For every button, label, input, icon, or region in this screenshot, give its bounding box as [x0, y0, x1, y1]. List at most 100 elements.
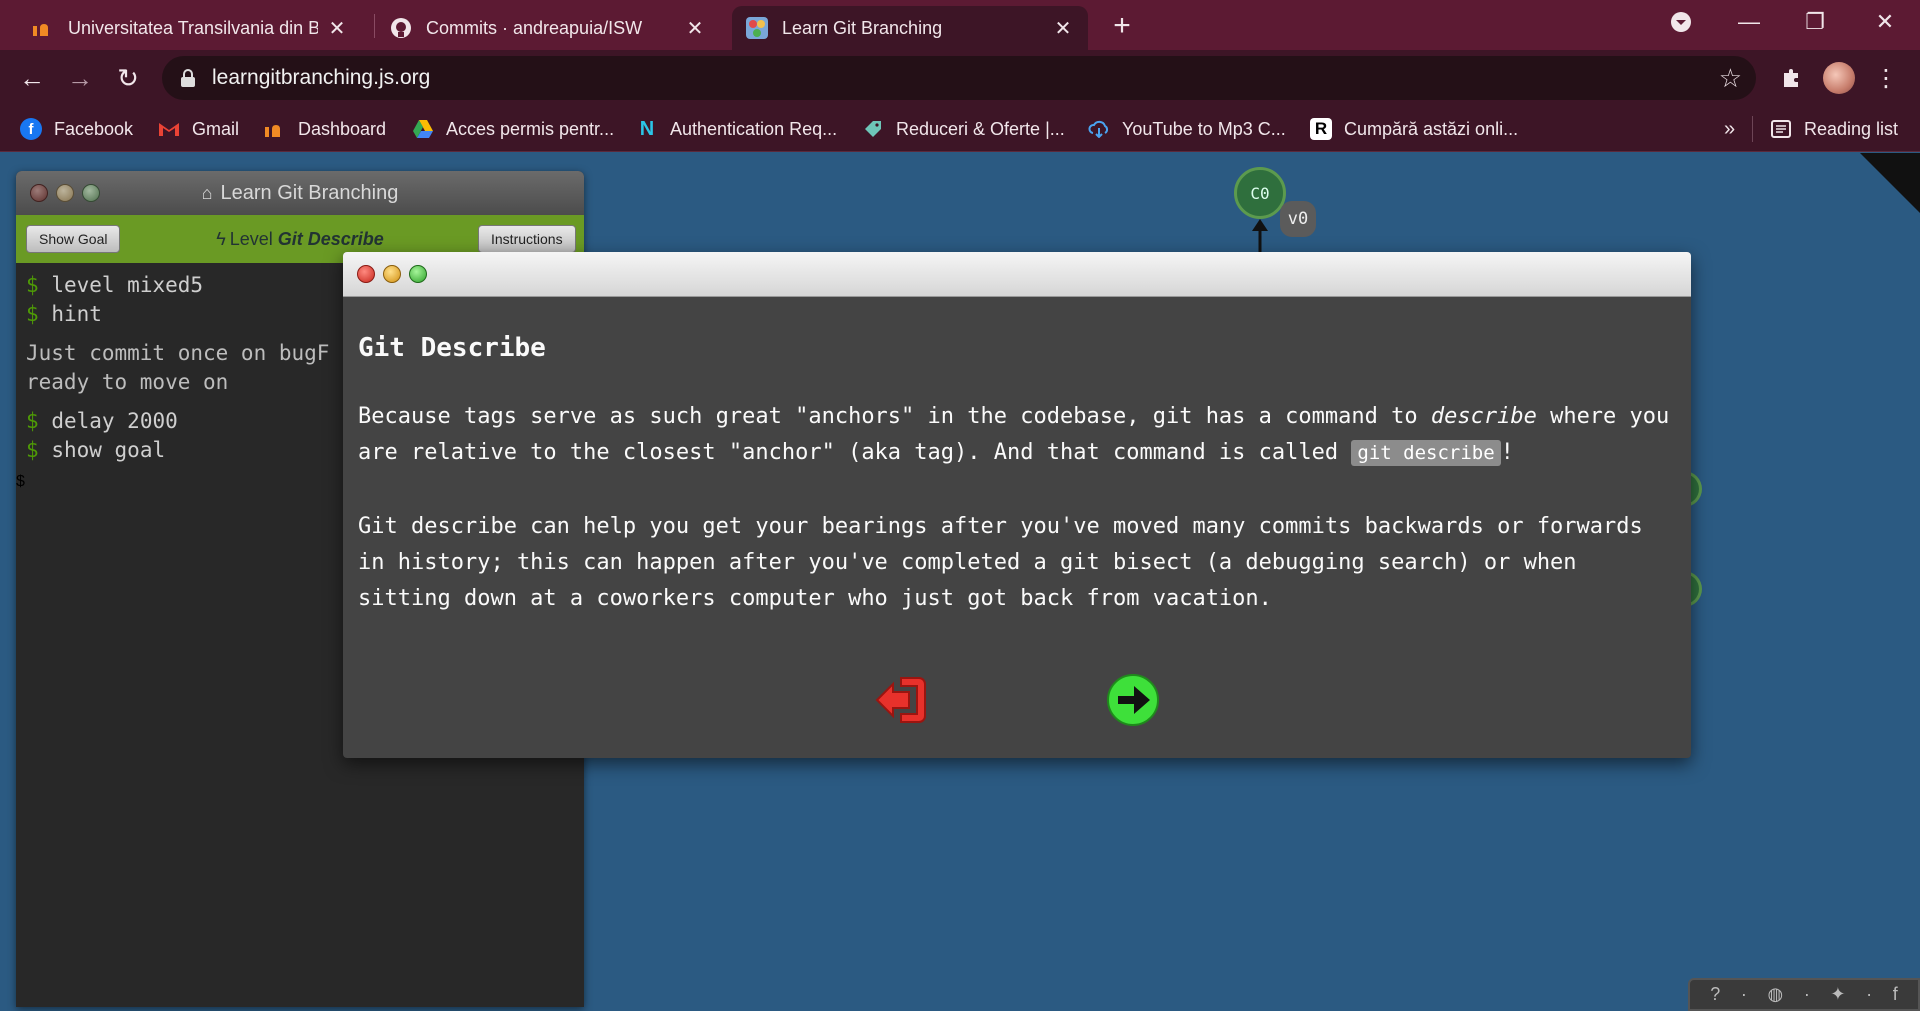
github-icon: [390, 17, 412, 39]
minimize-dot-icon[interactable]: [383, 265, 401, 283]
dialog-body: Git Describe Because tags serve as such …: [343, 297, 1691, 617]
github-corner-icon[interactable]: [1860, 153, 1920, 213]
lock-icon: [181, 69, 195, 87]
tag-icon: [862, 118, 884, 140]
tab-unitbv[interactable]: Universitatea Transilvania din Bra ✕: [18, 6, 362, 50]
bookmark-label: YouTube to Mp3 C...: [1122, 118, 1286, 139]
restore-button[interactable]: ❐: [1782, 0, 1848, 44]
tab-title: Commits · andreapuia/ISW: [426, 17, 643, 38]
next-button[interactable]: [1105, 672, 1161, 728]
close-window-button[interactable]: ✕: [1852, 0, 1918, 44]
minimize-button[interactable]: —: [1716, 0, 1782, 44]
address-bar[interactable]: learngitbranching.js.org ☆: [162, 56, 1756, 100]
r-icon: R: [1310, 118, 1332, 140]
bookmark-label: Reduceri & Oferte |...: [896, 118, 1065, 139]
bookmark-gmail[interactable]: Gmail: [158, 114, 239, 144]
unitbv-icon: [32, 17, 54, 39]
close-icon[interactable]: ✕: [684, 17, 706, 40]
dialog-paragraph: Because tags serve as such great "anchor…: [358, 404, 1670, 466]
browser-toolbar: ← → ↻ learngitbranching.js.org ☆ ⋮: [0, 50, 1920, 106]
footer-links: ? · ◍ · ✦ · f: [1688, 978, 1920, 1011]
dot-separator: ·: [1803, 984, 1810, 1004]
page-content: C0 v0 ⌂ Learn Git Branching Show Goal ϟ …: [0, 153, 1920, 1011]
more-bookmarks-button[interactable]: »: [1724, 114, 1735, 144]
gmail-icon: [158, 118, 180, 140]
bookmark-label: Cumpără astăzi onli...: [1344, 118, 1519, 139]
learngitbranching-icon: [746, 17, 768, 39]
terminal-input-prompt[interactable]: $: [16, 473, 25, 490]
bookmark-dashboard[interactable]: Dashboard: [264, 114, 386, 144]
reading-list-button[interactable]: Reading list: [1770, 114, 1898, 144]
bookmark-label: Authentication Req...: [670, 118, 838, 139]
bookmark-facebook[interactable]: f Facebook: [20, 114, 133, 144]
bookmark-label: Gmail: [192, 118, 240, 139]
reload-button[interactable]: ↻: [108, 58, 148, 98]
bookmark-label: Acces permis pentr...: [446, 118, 615, 139]
terminal-titlebar: ⌂ Learn Git Branching: [16, 171, 584, 215]
maximize-dot-icon[interactable]: [409, 265, 427, 283]
bookmark-youtube-mp3[interactable]: YouTube to Mp3 C...: [1088, 114, 1286, 144]
help-icon[interactable]: ?: [1710, 984, 1720, 1005]
bookmark-star-icon[interactable]: ☆: [1719, 64, 1742, 92]
n-icon: N: [639, 117, 655, 140]
inline-code: git describe: [1351, 440, 1501, 466]
window-controls: [30, 184, 100, 202]
bookmarks-divider: [1752, 116, 1753, 142]
download-cloud-icon: [1088, 118, 1110, 140]
facebook-icon[interactable]: f: [1893, 984, 1898, 1005]
bookmark-reduceri[interactable]: Reduceri & Oferte |...: [862, 114, 1065, 144]
bookmark-authentication[interactable]: N Authentication Req...: [636, 114, 837, 144]
drive-icon: [412, 118, 434, 140]
browser-menu-icon[interactable]: ⋮: [1868, 60, 1904, 96]
tab-title: Universitatea Transilvania din Bra: [68, 17, 318, 38]
instructions-button[interactable]: Instructions: [478, 225, 576, 253]
bookmark-cumpara[interactable]: R Cumpără astăzi onli...: [1310, 114, 1518, 144]
profile-avatar[interactable]: [1823, 62, 1855, 94]
unitbv-icon: [264, 118, 286, 140]
exit-icon: [875, 677, 926, 723]
reading-list-icon: [1770, 118, 1792, 140]
browser-tabstrip: Universitatea Transilvania din Bra ✕ Com…: [0, 0, 1920, 50]
bookmark-label: Dashboard: [298, 118, 387, 139]
window-title: Learn Git Branching: [220, 181, 399, 204]
dialog-titlebar: [343, 252, 1691, 297]
twitter-icon[interactable]: ✦: [1830, 984, 1845, 1005]
forward-button[interactable]: →: [60, 58, 100, 98]
tab-title: Learn Git Branching: [782, 17, 943, 38]
close-icon[interactable]: ✕: [326, 17, 348, 40]
bookmarks-bar: f Facebook Gmail Dashboard Acces permis …: [0, 106, 1920, 152]
extensions-puzzle-icon[interactable]: [1773, 60, 1809, 96]
dialog-title: Git Describe: [358, 333, 546, 363]
commit-node[interactable]: C0: [1234, 167, 1286, 219]
tab-search-button[interactable]: [1648, 0, 1714, 44]
globe-icon[interactable]: ◍: [1768, 984, 1784, 1005]
close-icon[interactable]: ✕: [1052, 17, 1074, 40]
new-tab-button[interactable]: +: [1106, 9, 1138, 42]
maximize-dot-icon[interactable]: [82, 184, 100, 202]
url-text: learngitbranching.js.org: [212, 66, 431, 89]
tag-label[interactable]: v0: [1280, 201, 1316, 237]
facebook-icon: f: [20, 118, 42, 140]
dot-separator: ·: [1866, 984, 1873, 1004]
reading-list-label: Reading list: [1804, 118, 1899, 139]
exit-button[interactable]: [873, 672, 929, 728]
back-button[interactable]: ←: [12, 58, 52, 98]
tab-github[interactable]: Commits · andreapuia/ISW ✕: [376, 6, 720, 50]
level-name: Git Describe: [277, 228, 384, 249]
bookmark-acces-permis[interactable]: Acces permis pentr...: [412, 114, 614, 144]
show-goal-button[interactable]: Show Goal: [26, 225, 121, 253]
tab-separator: [374, 14, 375, 38]
home-icon: ⌂: [201, 182, 213, 203]
tab-learn-git-branching[interactable]: Learn Git Branching ✕: [732, 6, 1088, 50]
arrow-right-circle-icon: [1107, 674, 1159, 726]
chevron-down-icon: [1671, 12, 1691, 32]
level-prefix: Level: [229, 228, 278, 249]
dot-separator: ·: [1740, 984, 1747, 1004]
bookmark-label: Facebook: [54, 118, 134, 139]
dialog-paragraph: Git describe can help you get your beari…: [358, 514, 1643, 611]
close-dot-icon[interactable]: [357, 265, 375, 283]
window-controls: [357, 265, 427, 283]
close-dot-icon[interactable]: [30, 184, 48, 202]
minimize-dot-icon[interactable]: [56, 184, 74, 202]
lightning-icon: ϟ: [216, 228, 226, 249]
